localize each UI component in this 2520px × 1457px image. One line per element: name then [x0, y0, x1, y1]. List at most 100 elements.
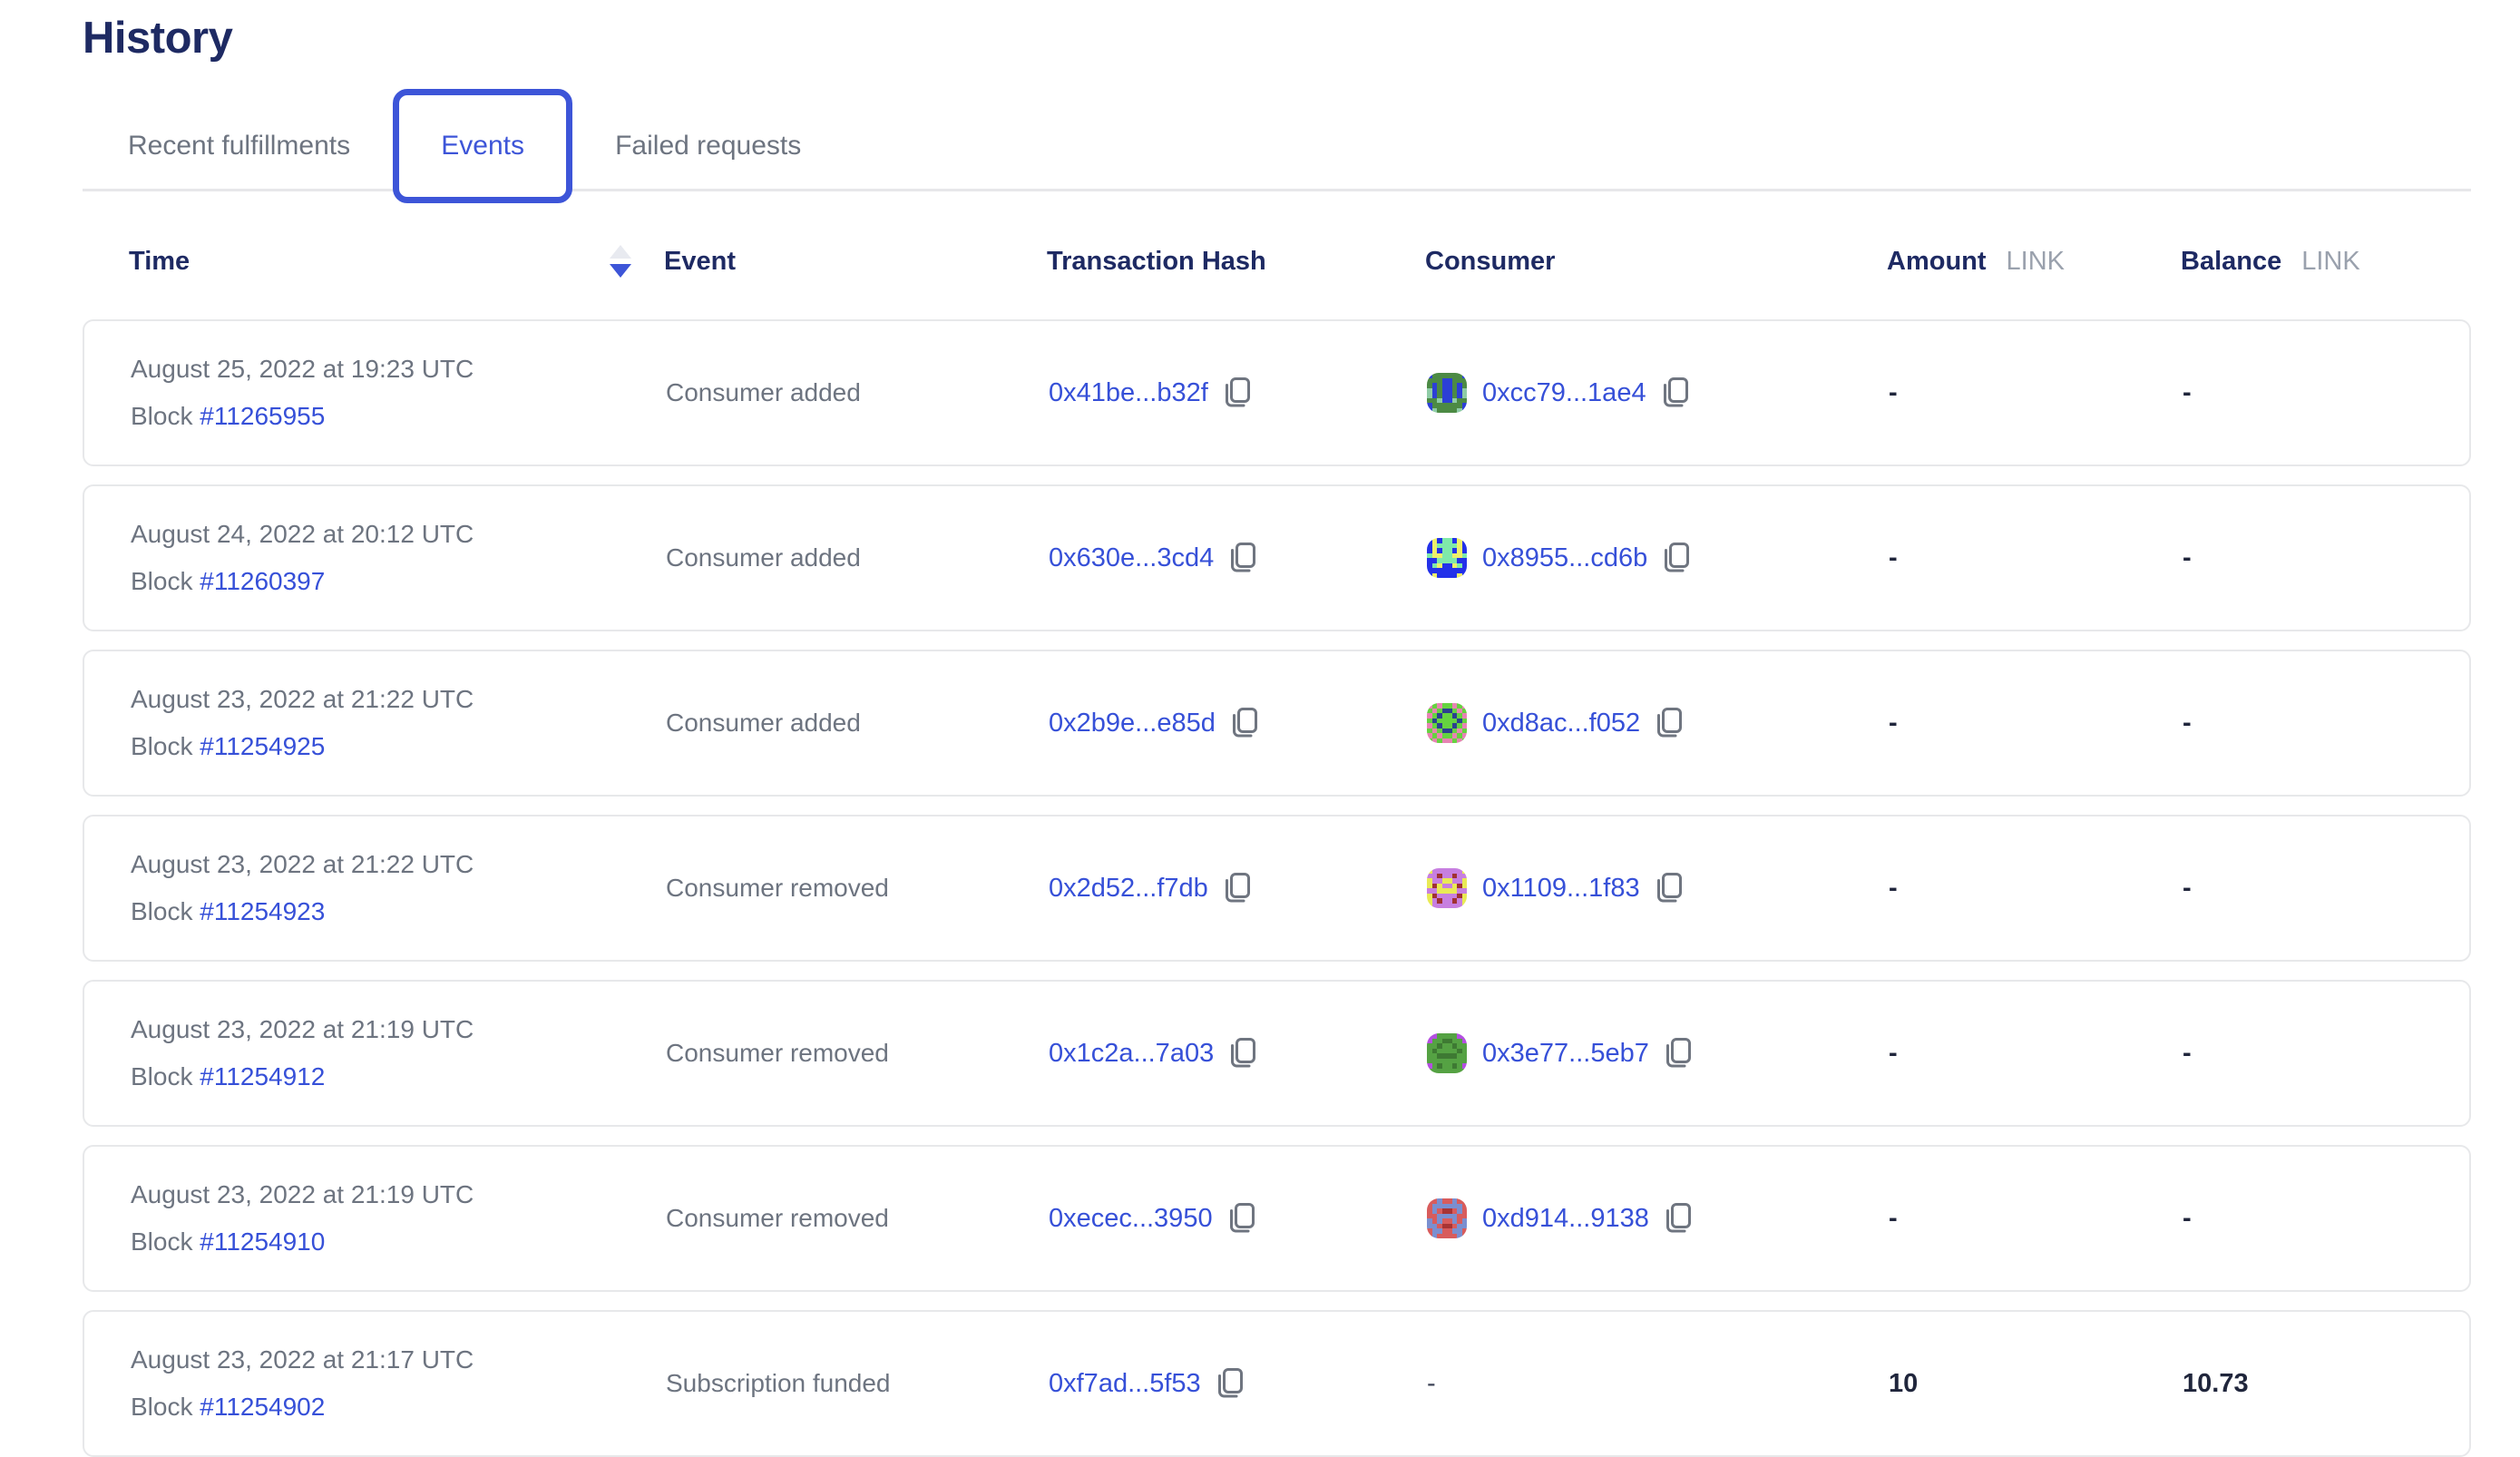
- consumer-address-link[interactable]: 0xd914...9138: [1482, 1204, 1649, 1234]
- consumer-address-link[interactable]: 0x1109...1f83: [1482, 874, 1640, 904]
- time-cell: August 25, 2022 at 19:23 UTC Block #1126…: [131, 346, 666, 440]
- column-header-amount: Amount LINK: [1887, 247, 2181, 277]
- block-line: Block #11254912: [131, 1053, 666, 1100]
- amount-cell: -: [1889, 543, 2183, 573]
- consumer-cell: 0xd8ac...f052: [1427, 703, 1889, 743]
- sort-descending-arrow-icon: [610, 264, 631, 278]
- column-header-balance-label: Balance: [2181, 247, 2281, 277]
- table-row: August 25, 2022 at 19:23 UTC Block #1126…: [83, 319, 2471, 466]
- consumer-identicon: [1427, 538, 1467, 578]
- balance-cell: -: [2183, 378, 2469, 408]
- time-cell: August 24, 2022 at 20:12 UTC Block #1126…: [131, 511, 666, 605]
- balance-unit-label: LINK: [2301, 247, 2359, 277]
- copy-icon[interactable]: [1661, 376, 1689, 409]
- column-header-event: Event: [664, 247, 1047, 277]
- copy-icon[interactable]: [1216, 1367, 1244, 1400]
- table-row: August 23, 2022 at 21:19 UTC Block #1125…: [83, 980, 2471, 1127]
- balance-cell: -: [2183, 543, 2469, 573]
- table-row: August 23, 2022 at 21:17 UTC Block #1125…: [83, 1310, 2471, 1457]
- consumer-address-link[interactable]: 0x8955...cd6b: [1482, 543, 1647, 573]
- copy-icon[interactable]: [1664, 1037, 1692, 1070]
- consumer-cell: -: [1427, 1369, 1889, 1399]
- copy-icon[interactable]: [1223, 872, 1251, 905]
- column-header-transaction-hash: Transaction Hash: [1047, 247, 1425, 277]
- copy-icon[interactable]: [1662, 542, 1690, 574]
- event-type-cell: Consumer removed: [666, 1204, 1049, 1233]
- time-cell: August 23, 2022 at 21:19 UTC Block #1125…: [131, 1171, 666, 1266]
- table-row: August 23, 2022 at 21:19 UTC Block #1125…: [83, 1145, 2471, 1292]
- block-line: Block #11254925: [131, 723, 666, 770]
- copy-icon[interactable]: [1230, 707, 1258, 739]
- consumer-cell: 0x8955...cd6b: [1427, 538, 1889, 578]
- block-label: Block: [131, 1393, 192, 1421]
- transaction-hash-link[interactable]: 0x41be...b32f: [1049, 378, 1208, 408]
- transaction-hash-link[interactable]: 0x2d52...f7db: [1049, 874, 1208, 904]
- consumer-cell: 0x1109...1f83: [1427, 868, 1889, 908]
- amount-cell: -: [1889, 1039, 2183, 1069]
- transaction-hash-link[interactable]: 0xecec...3950: [1049, 1204, 1213, 1234]
- block-number-link[interactable]: #11254910: [200, 1227, 325, 1256]
- column-header-consumer: Consumer: [1425, 247, 1887, 277]
- block-number-link[interactable]: #11260397: [200, 567, 325, 595]
- consumer-address-link[interactable]: 0xcc79...1ae4: [1482, 378, 1646, 408]
- amount-cell: -: [1889, 709, 2183, 738]
- copy-icon[interactable]: [1227, 1202, 1255, 1235]
- transaction-hash-link[interactable]: 0x630e...3cd4: [1049, 543, 1214, 573]
- transaction-hash-cell: 0x2d52...f7db: [1049, 872, 1427, 905]
- table-header: Time Event Transaction Hash Consumer Amo…: [83, 203, 2471, 319]
- sort-descending-icon[interactable]: [610, 245, 631, 278]
- consumer-identicon: [1427, 868, 1467, 908]
- balance-cell: -: [2183, 709, 2469, 738]
- amount-unit-label: LINK: [2007, 247, 2065, 277]
- block-label: Block: [131, 732, 192, 760]
- block-label: Block: [131, 1062, 192, 1090]
- consumer-identicon: [1427, 703, 1467, 743]
- block-label: Block: [131, 1227, 192, 1256]
- copy-icon[interactable]: [1655, 872, 1683, 905]
- copy-icon[interactable]: [1655, 707, 1683, 739]
- consumer-identicon: [1427, 1033, 1467, 1073]
- amount-cell: -: [1889, 378, 2183, 408]
- event-type-cell: Subscription funded: [666, 1369, 1049, 1398]
- block-number-link[interactable]: #11254925: [200, 732, 325, 760]
- block-number-link[interactable]: #11265955: [200, 402, 325, 430]
- block-label: Block: [131, 402, 192, 430]
- consumer-address-link[interactable]: 0xd8ac...f052: [1482, 709, 1640, 738]
- transaction-hash-cell: 0xecec...3950: [1049, 1202, 1427, 1235]
- block-line: Block #11260397: [131, 558, 666, 605]
- event-type-cell: Consumer added: [666, 378, 1049, 407]
- balance-cell: -: [2183, 1204, 2469, 1234]
- transaction-hash-link[interactable]: 0x2b9e...e85d: [1049, 709, 1216, 738]
- balance-cell: -: [2183, 1039, 2469, 1069]
- amount-cell: -: [1889, 874, 2183, 904]
- copy-icon[interactable]: [1223, 376, 1251, 409]
- block-line: Block #11265955: [131, 393, 666, 440]
- block-line: Block #11254923: [131, 888, 666, 935]
- transaction-hash-link[interactable]: 0x1c2a...7a03: [1049, 1039, 1214, 1069]
- event-timestamp: August 23, 2022 at 21:19 UTC: [131, 1006, 666, 1053]
- table-row: August 24, 2022 at 20:12 UTC Block #1126…: [83, 484, 2471, 631]
- event-timestamp: August 23, 2022 at 21:19 UTC: [131, 1171, 666, 1218]
- time-cell: August 23, 2022 at 21:19 UTC Block #1125…: [131, 1006, 666, 1100]
- time-cell: August 23, 2022 at 21:22 UTC Block #1125…: [131, 841, 666, 935]
- consumer-address-link[interactable]: 0x3e77...5eb7: [1482, 1039, 1649, 1069]
- history-page: History Recent fulfillments Events Faile…: [0, 0, 2520, 1457]
- event-timestamp: August 24, 2022 at 20:12 UTC: [131, 511, 666, 558]
- block-number-link[interactable]: #11254912: [200, 1062, 325, 1090]
- tab-failed-requests[interactable]: Failed requests: [615, 131, 801, 161]
- transaction-hash-cell: 0x2b9e...e85d: [1049, 707, 1427, 739]
- balance-cell: 10.73: [2183, 1369, 2469, 1399]
- transaction-hash-link[interactable]: 0xf7ad...5f53: [1049, 1369, 1201, 1399]
- consumer-identicon: [1427, 1198, 1467, 1238]
- copy-icon[interactable]: [1228, 542, 1256, 574]
- tab-events[interactable]: Events: [393, 89, 572, 203]
- block-label: Block: [131, 567, 192, 595]
- copy-icon[interactable]: [1664, 1202, 1692, 1235]
- table-body: August 25, 2022 at 19:23 UTC Block #1126…: [83, 319, 2520, 1457]
- event-type-cell: Consumer removed: [666, 874, 1049, 903]
- amount-cell: 10: [1889, 1369, 2183, 1399]
- block-number-link[interactable]: #11254902: [200, 1393, 325, 1421]
- tab-recent-fulfillments[interactable]: Recent fulfillments: [128, 131, 350, 161]
- block-number-link[interactable]: #11254923: [200, 897, 325, 925]
- copy-icon[interactable]: [1228, 1037, 1256, 1070]
